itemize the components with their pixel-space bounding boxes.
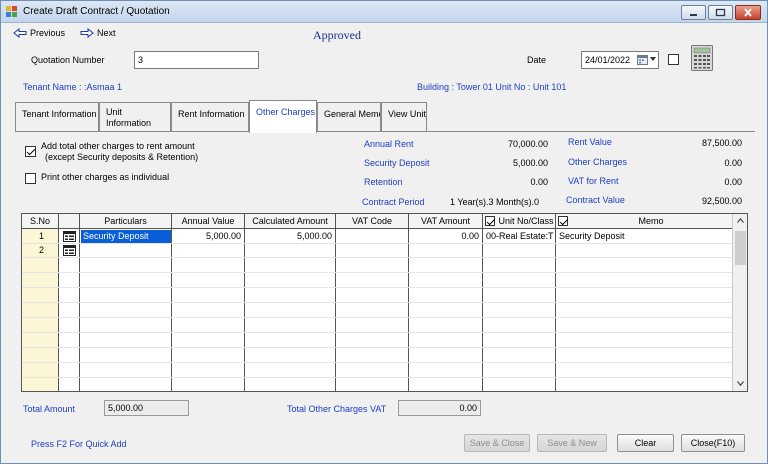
- quotation-number-label: Quotation Number: [31, 55, 105, 65]
- save-close-button[interactable]: Save & Close: [464, 434, 530, 452]
- next-label: Next: [97, 28, 116, 38]
- add-total-label: Add total other charges to rent amount: [41, 141, 195, 151]
- row-sno: 2: [38, 245, 44, 255]
- column-header-icon: [59, 214, 80, 229]
- date-checkbox[interactable]: [668, 54, 679, 65]
- quick-add-hint: Press F2 For Quick Add: [31, 439, 127, 449]
- close-window-button[interactable]: [735, 5, 761, 20]
- close-button[interactable]: Close(F10): [681, 434, 745, 452]
- tab-view-unit[interactable]: View Unit: [381, 102, 427, 132]
- annual-rent-value: 70,000.00: [507, 139, 548, 149]
- vat-for-rent-value: 0.00: [724, 177, 742, 187]
- column-header-memo[interactable]: Memo: [556, 214, 733, 229]
- tab-general-memo[interactable]: General Memo: [317, 102, 381, 132]
- row-unit-class[interactable]: 00-Real Estate:T: [484, 230, 555, 243]
- arrow-left-icon: [13, 28, 27, 38]
- contract-period-value: 1 Year(s).3 Month(s).0: [450, 197, 540, 207]
- column-header-calculated-amount[interactable]: Calculated Amount: [245, 214, 336, 229]
- retention-label: Retention: [364, 177, 403, 187]
- previous-button[interactable]: Previous: [13, 28, 65, 38]
- minimize-icon: [690, 14, 697, 16]
- tab-tenant-information[interactable]: Tenant Information: [15, 102, 99, 132]
- row-vat-code[interactable]: [337, 244, 407, 257]
- row-particulars[interactable]: Security Deposit: [81, 230, 171, 243]
- security-deposit-value: 5,000.00: [512, 158, 548, 168]
- arrow-right-icon: [80, 28, 94, 38]
- maximize-button[interactable]: [708, 5, 733, 20]
- total-amount-value: 5,000.00: [104, 400, 189, 416]
- unit-class-header-checkbox[interactable]: [485, 216, 495, 226]
- contract-window: Create Draft Contract / Quotation Previo…: [0, 0, 768, 464]
- tab-other-charges[interactable]: Other Charges: [249, 100, 317, 133]
- column-header-vat-amount[interactable]: VAT Amount: [409, 214, 483, 229]
- contract-period-label: Contract Period: [362, 197, 425, 207]
- add-total-checkbox[interactable]: [25, 146, 36, 157]
- row-vat-amount[interactable]: 0.00: [410, 230, 481, 243]
- row-memo[interactable]: [557, 244, 731, 257]
- chevron-up-icon[interactable]: [737, 218, 744, 223]
- tab-unit-information[interactable]: Unit Information: [99, 102, 171, 132]
- other-charges-label: Other Charges: [568, 157, 628, 167]
- row-vat-code[interactable]: [337, 230, 407, 243]
- contract-value-value: 92,500.00: [701, 196, 742, 206]
- building-info: Building : Tower 01 Unit No : Unit 101: [417, 82, 567, 92]
- chevron-down-icon[interactable]: [737, 381, 744, 386]
- row-vat-amount[interactable]: [410, 244, 481, 257]
- other-charges-value: 0.00: [724, 158, 742, 168]
- previous-label: Previous: [30, 28, 66, 38]
- lookup-icon[interactable]: [63, 245, 76, 256]
- row-calculated-amount[interactable]: [246, 244, 334, 257]
- row-particulars[interactable]: [81, 244, 171, 257]
- row-sno: 1: [38, 231, 44, 241]
- lookup-icon[interactable]: [63, 231, 76, 242]
- scrollbar-thumb[interactable]: [735, 231, 746, 265]
- column-header-annual-value[interactable]: Annual Value: [172, 214, 245, 229]
- approval-status: Approved: [313, 28, 361, 42]
- charges-grid[interactable]: S.No Particulars Annual Value Calculated…: [21, 213, 748, 392]
- column-header-vat-code[interactable]: VAT Code: [336, 214, 409, 229]
- print-individual-checkbox[interactable]: [25, 173, 36, 184]
- save-new-button[interactable]: Save & New: [537, 434, 607, 452]
- calculator-icon[interactable]: [691, 45, 713, 71]
- column-header-sno[interactable]: S.No: [22, 214, 59, 229]
- chevron-down-icon[interactable]: [650, 57, 656, 61]
- maximize-icon: [715, 8, 726, 17]
- total-vat-label: Total Other Charges VAT: [287, 404, 387, 414]
- retention-value: 0.00: [530, 177, 548, 187]
- clear-button[interactable]: Clear: [617, 434, 674, 452]
- column-header-particulars[interactable]: Particulars: [80, 214, 172, 229]
- row-annual-value[interactable]: [173, 244, 243, 257]
- close-icon: [744, 8, 752, 17]
- row-unit-class[interactable]: [484, 244, 555, 257]
- date-label: Date: [527, 55, 547, 65]
- contract-value-label: Contract Value: [566, 195, 625, 205]
- vat-for-rent-label: VAT for Rent: [568, 176, 619, 186]
- minimize-button[interactable]: [681, 5, 706, 20]
- annual-rent-label: Annual Rent: [364, 139, 414, 149]
- row-memo[interactable]: Security Deposit: [557, 230, 731, 243]
- rent-value-value: 87,500.00: [701, 138, 742, 148]
- quotation-number-input[interactable]: 3: [134, 51, 259, 69]
- tenant-name: Tenant Name : :Asmaa 1: [23, 82, 123, 92]
- add-total-sub-label: (except Security deposits & Retention): [45, 152, 199, 162]
- window-title: Create Draft Contract / Quotation: [23, 6, 170, 17]
- rent-value-label: Rent Value: [568, 137, 612, 147]
- total-amount-label: Total Amount: [23, 404, 76, 414]
- tab-rent-information[interactable]: Rent Information: [171, 102, 249, 132]
- print-individual-label: Print other charges as individual: [41, 172, 170, 182]
- title-bar: Create Draft Contract / Quotation: [1, 1, 767, 23]
- app-icon: [6, 6, 17, 17]
- grid-scrollbar[interactable]: [732, 214, 747, 391]
- next-button[interactable]: Next: [80, 28, 116, 38]
- row-annual-value[interactable]: 5,000.00: [173, 230, 243, 243]
- row-calculated-amount[interactable]: 5,000.00: [246, 230, 334, 243]
- memo-header-checkbox[interactable]: [558, 216, 568, 226]
- calendar-icon[interactable]: [637, 54, 648, 65]
- total-vat-value: 0.00: [398, 400, 481, 416]
- security-deposit-label: Security Deposit: [364, 158, 430, 168]
